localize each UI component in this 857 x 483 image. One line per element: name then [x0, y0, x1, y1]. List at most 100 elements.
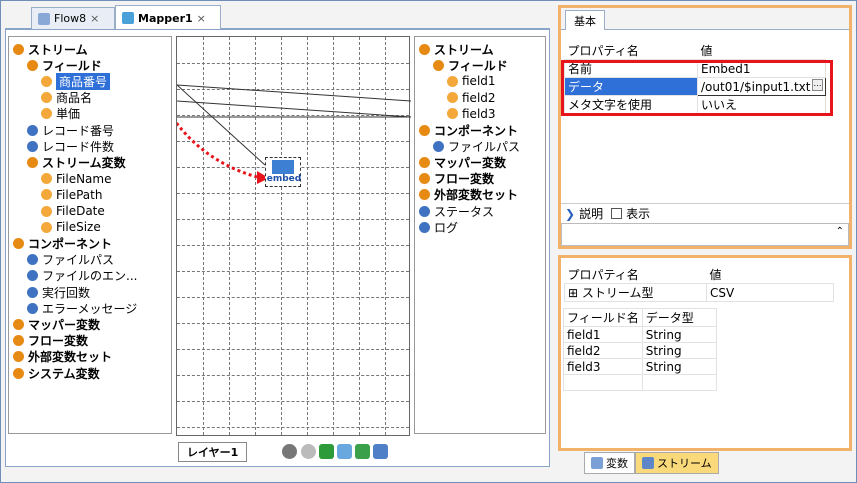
tree-node-icon	[41, 205, 52, 217]
tab-stream[interactable]: ストリーム	[635, 452, 719, 474]
tree-node-icon	[27, 140, 38, 152]
tab-variables[interactable]: 変数	[584, 452, 635, 474]
field-name-cell	[563, 374, 643, 391]
input-tree-item[interactable]: FileSize	[41, 219, 101, 235]
col-value: 値	[709, 268, 722, 282]
table-row[interactable]: field3 String	[563, 358, 718, 375]
input-tree-item[interactable]: システム変数	[13, 365, 100, 381]
embed-component[interactable]: embed	[265, 157, 301, 187]
tree-node-icon	[27, 302, 38, 314]
input-tree-item[interactable]: 外部変数セット	[13, 349, 112, 365]
bug-icon[interactable]	[355, 444, 370, 459]
col-data-type: データ型	[641, 308, 718, 327]
comment-icon[interactable]	[337, 444, 352, 459]
collapse-icon[interactable]: ❯	[565, 207, 575, 221]
input-tree-item[interactable]: マッパー変数	[13, 316, 100, 332]
layer-tab[interactable]: レイヤー1	[178, 442, 248, 462]
input-tree-item[interactable]: レコード番号	[27, 122, 114, 138]
output-tree-item[interactable]: ストリーム	[419, 41, 494, 57]
tree-node-icon	[13, 237, 24, 249]
output-tree-item[interactable]: ファイルパス	[433, 138, 520, 154]
tree-node-icon	[41, 108, 52, 120]
description-textarea[interactable]: ⌃	[561, 223, 849, 246]
mapping-canvas[interactable]: embed	[176, 36, 411, 436]
output-tree-item[interactable]: ログ	[419, 219, 458, 235]
output-tree-item[interactable]: フロー変数	[419, 171, 494, 187]
stream-type-label[interactable]: ⊞ ストリーム型	[564, 283, 707, 302]
tree-node-icon	[41, 173, 52, 185]
show-checkbox[interactable]	[611, 208, 623, 219]
tab-mapper1[interactable]: Mapper1 ×	[115, 5, 221, 30]
output-tree-item[interactable]: field3	[447, 106, 496, 122]
input-tree-item[interactable]: 実行回数	[27, 284, 90, 300]
input-tree-item[interactable]: レコード件数	[27, 138, 114, 154]
tree-node-icon	[447, 108, 458, 120]
field-name-cell: field2	[563, 342, 643, 359]
input-tree-item[interactable]: 商品番号	[41, 72, 111, 90]
data-type-cell: String	[641, 358, 718, 375]
input-tree-item[interactable]: ファイルのエン...	[27, 268, 137, 284]
tree-node-icon	[419, 189, 430, 201]
basic-properties-panel: 基本 プロパティ名 値 名前 Embed1 データ /out01/$input1…	[558, 5, 852, 249]
tab-flow8[interactable]: Flow8 ×	[31, 7, 115, 29]
tree-node-icon	[41, 75, 52, 87]
tree-node-icon	[447, 75, 458, 87]
input-tree-item[interactable]: ストリーム変数	[27, 154, 126, 170]
bottom-tabbar: 変数 ストリーム	[584, 452, 719, 474]
input-tree-panel: ストリーム フィールド 商品番号 商品名 単価 レコード番号 レコード件数 ストリーム変数 Fi…	[8, 36, 172, 434]
spinner-icon[interactable]: ⌃	[836, 226, 844, 237]
output-tree-item[interactable]: field1	[447, 73, 496, 89]
input-tree-item[interactable]: フィールド	[27, 57, 102, 73]
tree-node-icon	[27, 156, 38, 168]
close-icon[interactable]: ×	[90, 12, 99, 25]
table-row[interactable]: field1 String	[563, 326, 718, 343]
output-tree-panel: ストリーム フィールド field1 field2 field3 コンポーネント ファイルパ…	[414, 36, 546, 434]
tree-node-icon	[41, 189, 52, 201]
close-icon[interactable]: ×	[197, 12, 206, 25]
table-row[interactable]	[563, 374, 718, 391]
expand-icon[interactable]: ⊞	[568, 286, 578, 300]
layout-icon[interactable]	[373, 444, 388, 459]
variable-icon	[591, 457, 603, 469]
embed-icon	[272, 160, 294, 174]
input-tree-item[interactable]: フロー変数	[13, 333, 88, 349]
remove-icon[interactable]	[301, 444, 316, 459]
tree-node-icon	[13, 43, 24, 55]
input-tree-item[interactable]: 単価	[41, 106, 80, 122]
stream-type-value[interactable]: CSV	[706, 283, 834, 302]
edit-icon[interactable]	[319, 444, 334, 459]
output-tree-item[interactable]: 外部変数セット	[419, 187, 518, 203]
input-tree-item[interactable]: FileDate	[41, 203, 105, 219]
tree-node-icon	[447, 92, 458, 104]
props-tabbar: 基本	[561, 8, 849, 30]
tree-node-icon	[419, 124, 430, 136]
table-row[interactable]: field2 String	[563, 342, 718, 359]
flow-icon	[38, 12, 50, 25]
tree-node-icon	[27, 286, 38, 298]
input-tree-item[interactable]: ストリーム	[13, 41, 88, 57]
data-type-cell	[641, 374, 718, 391]
input-tree-item[interactable]: エラーメッセージ	[27, 300, 137, 316]
input-tree-item[interactable]: ファイルパス	[27, 252, 114, 268]
input-tree-item[interactable]: FileName	[41, 171, 111, 187]
description-bar: ❯ 説明 表示	[561, 203, 849, 223]
field-name-cell: field1	[563, 326, 643, 343]
output-tree-item[interactable]: マッパー変数	[419, 154, 506, 170]
col-prop-name: プロパティ名	[567, 44, 639, 58]
output-tree-item[interactable]: フィールド	[433, 57, 508, 73]
stream-props-table: プロパティ名 値 ⊞ ストリーム型 CSV	[564, 266, 834, 302]
output-tree-item[interactable]: コンポーネント	[419, 122, 518, 138]
tree-node-icon	[27, 124, 38, 136]
output-tree-item[interactable]: ステータス	[419, 203, 494, 219]
tab-basic[interactable]: 基本	[565, 10, 605, 30]
output-tree-item[interactable]: field2	[447, 90, 496, 106]
input-tree-item[interactable]: コンポーネント	[13, 235, 112, 251]
input-tree-item[interactable]: 商品名	[41, 90, 92, 106]
tree-node-icon	[13, 318, 24, 330]
col-field-name: フィールド名	[563, 308, 643, 327]
input-tree-item[interactable]: FilePath	[41, 187, 102, 203]
data-type-cell: String	[641, 326, 718, 343]
add-icon[interactable]	[282, 444, 297, 459]
tree-node-icon	[419, 156, 430, 168]
tree-node-icon	[419, 221, 430, 233]
